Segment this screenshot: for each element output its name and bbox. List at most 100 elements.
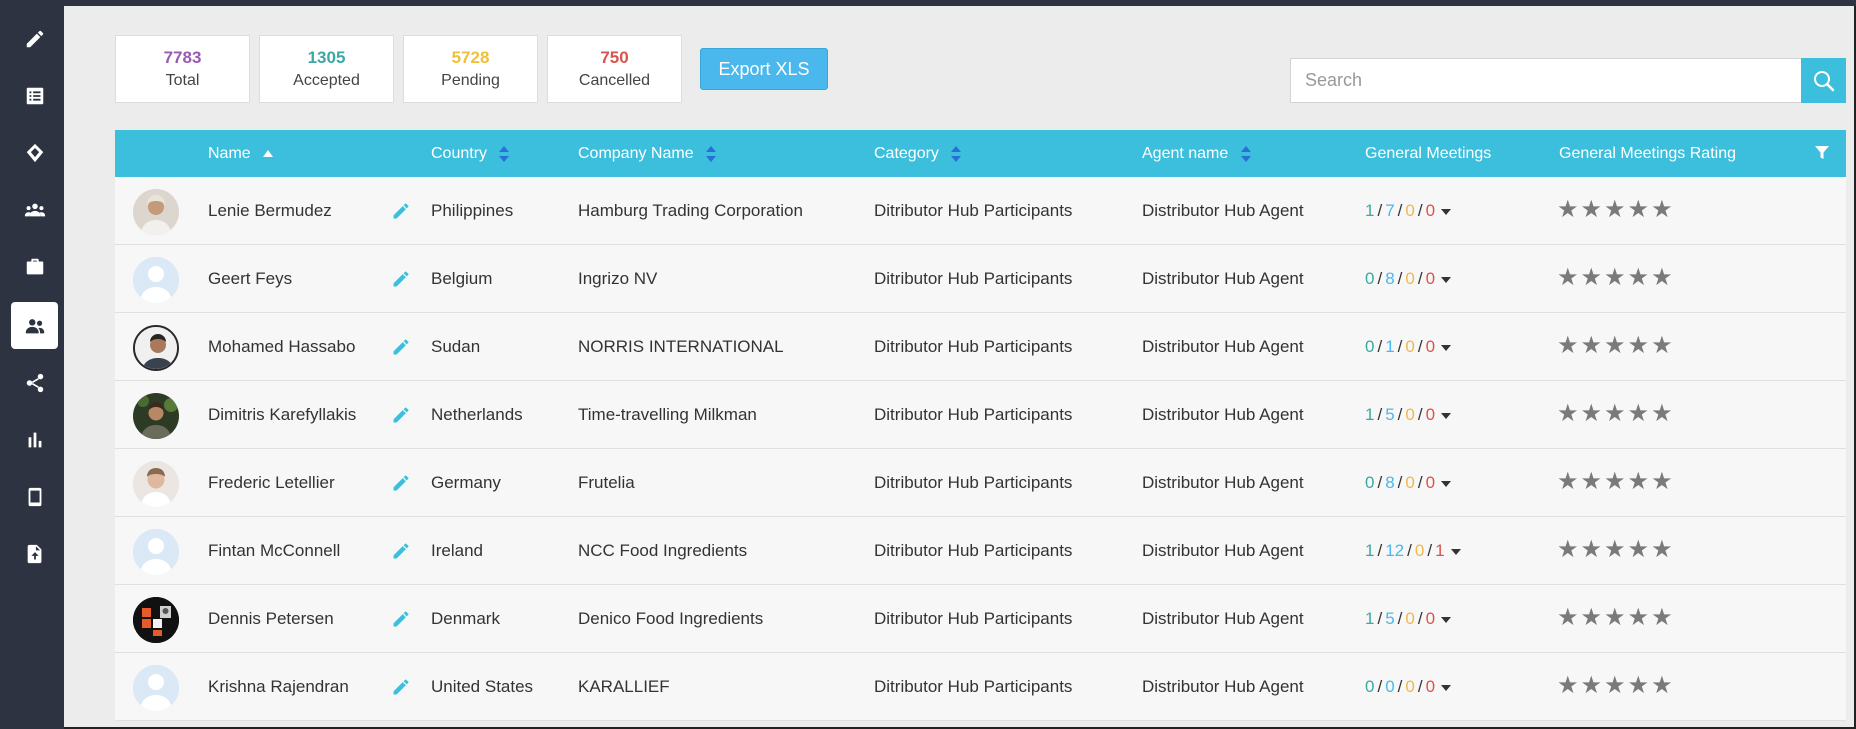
filter-icon[interactable] [1814, 145, 1830, 161]
participant-country: Ireland [431, 541, 483, 560]
search-button[interactable] [1801, 58, 1846, 103]
stat-total-value: 7783 [163, 48, 202, 67]
chevron-down-icon[interactable] [1441, 616, 1452, 623]
stat-cancelled[interactable]: 750 Cancelled [547, 35, 682, 103]
sidebar-item-import[interactable] [11, 530, 58, 577]
column-header-meetings: General Meetings [1365, 130, 1491, 177]
meeting-counts[interactable]: 0/1/0/0 [1365, 313, 1452, 381]
pencil-icon[interactable] [391, 473, 411, 493]
table-row[interactable]: Fintan McConnell Ireland NCC Food Ingred… [115, 517, 1846, 585]
sidebar-item-mobile[interactable] [11, 473, 58, 520]
sidebar-item-reports[interactable] [11, 416, 58, 463]
meetings-cancelled: 0 [1425, 337, 1436, 356]
column-header-category-label: Category [874, 145, 939, 162]
chevron-down-icon[interactable] [1441, 480, 1452, 487]
pencil-icon[interactable] [391, 201, 411, 221]
sort-icon [1240, 145, 1251, 162]
sidebar-item-participants[interactable] [11, 302, 58, 349]
rating-stars[interactable]: ★★★★★ [1557, 653, 1675, 721]
rating-stars[interactable]: ★★★★★ [1557, 449, 1675, 517]
avatar [133, 325, 179, 371]
stat-total[interactable]: 7783 Total [115, 35, 250, 103]
search-input[interactable] [1290, 58, 1801, 103]
column-header-name[interactable]: Name [208, 130, 274, 177]
chevron-down-icon[interactable] [1441, 276, 1452, 283]
participant-company: Denico Food Ingredients [578, 609, 764, 628]
avatar [133, 529, 179, 575]
meetings-pending: 0 [1405, 337, 1415, 356]
meeting-counts[interactable]: 0/8/0/0 [1365, 245, 1452, 313]
participant-country: United States [431, 677, 534, 696]
meetings-cancelled: 0 [1425, 677, 1436, 696]
rating-stars[interactable]: ★★★★★ [1557, 381, 1675, 449]
participant-company: NORRIS INTERNATIONAL [578, 337, 784, 356]
column-header-meetings-label: General Meetings [1365, 145, 1492, 162]
rating-stars[interactable]: ★★★★★ [1557, 313, 1675, 381]
meetings-pending: 0 [1405, 405, 1415, 424]
meetings-pending: 0 [1414, 541, 1425, 560]
chevron-down-icon[interactable] [1441, 208, 1452, 215]
pencil-icon[interactable] [391, 677, 411, 697]
chevron-down-icon[interactable] [1441, 684, 1452, 691]
table-row[interactable]: Geert Feys Belgium Ingrizo NV Ditributor… [115, 245, 1846, 313]
meeting-counts[interactable]: 1/5/0/0 [1365, 585, 1452, 653]
participant-company: KARALLIEF [578, 677, 670, 696]
table-row[interactable]: Frederic Letellier Germany Frutelia Ditr… [115, 449, 1846, 517]
stat-pending[interactable]: 5728 Pending [403, 35, 538, 103]
rating-stars[interactable]: ★★★★★ [1557, 245, 1675, 313]
participant-company: Time-travelling Milkman [578, 405, 757, 424]
sidebar-item-edit[interactable] [11, 15, 58, 62]
pencil-icon[interactable] [391, 405, 411, 425]
sidebar-item-list[interactable] [11, 72, 58, 119]
participant-country: Sudan [431, 337, 481, 356]
column-header-agent[interactable]: Agent name [1142, 130, 1251, 177]
table-row[interactable]: Lenie Bermudez Philippines Hamburg Tradi… [115, 177, 1846, 245]
column-header-company[interactable]: Company Name [578, 130, 717, 177]
participant-category: Ditributor Hub Participants [874, 473, 1073, 492]
table-row[interactable]: Mohamed Hassabo Sudan NORRIS INTERNATION… [115, 313, 1846, 381]
pencil-icon[interactable] [391, 269, 411, 289]
meeting-counts[interactable]: 1/7/0/0 [1365, 177, 1452, 245]
sidebar-item-groups[interactable] [11, 186, 58, 233]
table-row[interactable]: Dimitris Karefyllakis Netherlands Time-t… [115, 381, 1846, 449]
chevron-down-icon[interactable] [1450, 548, 1461, 555]
chevron-down-icon[interactable] [1441, 344, 1452, 351]
meetings-cancelled: 0 [1425, 609, 1436, 628]
pencil-icon[interactable] [391, 541, 411, 561]
column-header-country[interactable]: Country [431, 130, 510, 177]
table-row[interactable]: Dennis Petersen Denmark Denico Food Ingr… [115, 585, 1846, 653]
meetings-cancelled: 0 [1425, 269, 1436, 288]
pencil-icon[interactable] [391, 337, 411, 357]
export-xls-button[interactable]: Export XLS [700, 48, 828, 90]
participant-name: Lenie Bermudez [208, 201, 332, 220]
meeting-counts[interactable]: 1/5/0/0 [1365, 381, 1452, 449]
column-header-category[interactable]: Category [874, 130, 962, 177]
pencil-icon[interactable] [391, 609, 411, 629]
stat-accepted[interactable]: 1305 Accepted [259, 35, 394, 103]
meetings-total: 1 [1385, 337, 1395, 356]
avatar [133, 665, 179, 711]
meetings-cancelled: 1 [1435, 541, 1445, 560]
search-icon [1813, 70, 1834, 91]
sidebar-item-tags[interactable] [11, 129, 58, 176]
participant-country: Netherlands [431, 405, 523, 424]
column-header-name-label: Name [208, 145, 251, 162]
participant-agent: Distributor Hub Agent [1142, 337, 1304, 356]
meeting-counts[interactable]: 0/0/0/0 [1365, 653, 1452, 721]
top-bar [0, 0, 1856, 6]
rating-stars[interactable]: ★★★★★ [1557, 585, 1675, 653]
sidebar [0, 0, 64, 729]
sort-ascending-icon [263, 149, 274, 157]
table-row[interactable]: Krishna Rajendran United States KARALLIE… [115, 653, 1846, 721]
meetings-total: 12 [1385, 541, 1405, 560]
meeting-counts[interactable]: 1/12/0/1 [1365, 517, 1461, 585]
rating-stars[interactable]: ★★★★★ [1557, 177, 1675, 245]
tag-icon [26, 143, 43, 162]
sidebar-item-share[interactable] [11, 359, 58, 406]
meeting-counts[interactable]: 0/8/0/0 [1365, 449, 1452, 517]
chevron-down-icon[interactable] [1441, 412, 1452, 419]
column-header-rating-label: General Meetings Rating [1559, 145, 1736, 162]
rating-stars[interactable]: ★★★★★ [1557, 517, 1675, 585]
sort-icon [499, 145, 510, 162]
sidebar-item-business[interactable] [11, 243, 58, 290]
